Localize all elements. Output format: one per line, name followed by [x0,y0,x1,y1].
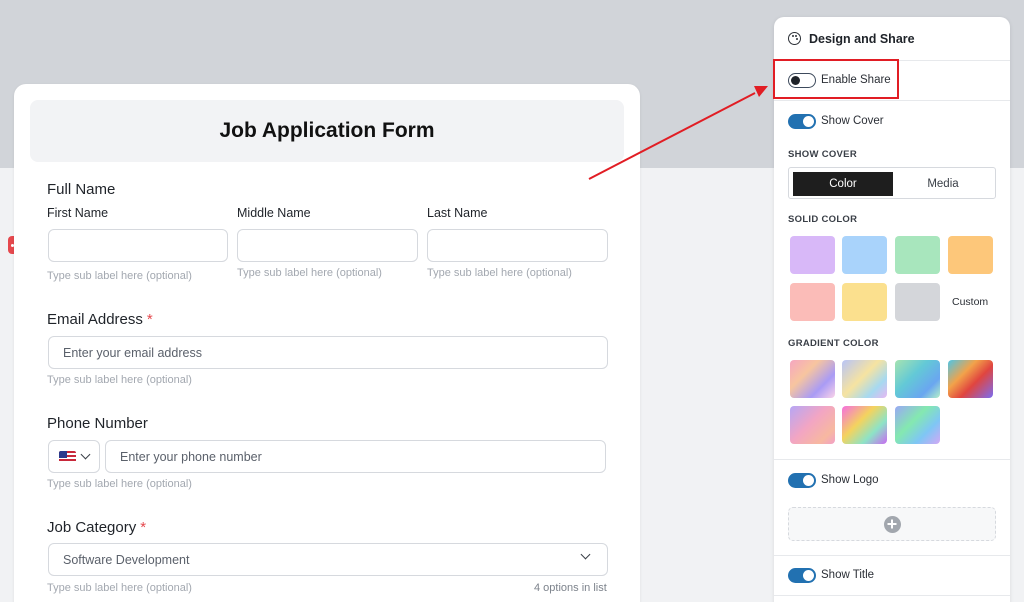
palette-icon [788,32,801,45]
phone-label: Phone Number [47,415,148,432]
divider [774,555,1010,556]
panel-title: Design and Share [809,31,915,46]
divider [774,595,1010,596]
form-title: Job Application Form [219,119,435,142]
form-header: Job Application Form [30,100,624,162]
required-marker: * [140,519,147,536]
show-cover-label: Show Cover [821,115,884,127]
enable-share-label: Enable Share [821,74,891,86]
email-input[interactable]: Enter your email address [48,336,608,369]
show-logo-toggle[interactable] [788,473,816,488]
gradient-swatch[interactable] [948,360,993,398]
divider [774,100,1010,101]
last-name-input[interactable] [427,229,608,262]
cover-type-segmented: Color Media [788,167,996,199]
phone-input[interactable]: Enter your phone number [105,440,606,473]
solid-color-swatch[interactable] [790,236,835,274]
panel-header: Design and Share [774,17,1010,61]
solid-color-swatch[interactable] [790,283,835,321]
first-name-input[interactable] [48,229,228,262]
design-share-panel: Design and Share Enable Share Show Cover… [774,17,1010,602]
full-name-label: Full Name [47,181,116,198]
show-logo-label: Show Logo [821,474,879,486]
last-name-label: Last Name [427,206,488,220]
gradient-swatch[interactable] [895,406,940,444]
us-flag-icon [59,450,76,463]
show-cover-toggle[interactable] [788,114,816,129]
middle-name-label: Middle Name [237,206,311,220]
job-category-label: Job Category * [47,519,147,536]
job-category-value: Software Development [63,552,190,567]
logo-upload-area[interactable] [788,507,996,541]
middle-name-sublabel: Type sub label here (optional) [237,267,382,279]
chevron-down-icon [80,449,91,460]
job-category-sublabel: Type sub label here (optional) [47,582,192,594]
solid-color-label: SOLID COLOR [788,214,858,225]
gradient-swatch[interactable] [842,406,887,444]
country-code-select[interactable] [48,440,100,473]
job-category-select[interactable]: Software Development [48,543,608,576]
solid-color-swatch[interactable] [842,236,887,274]
enable-share-toggle[interactable] [788,73,816,88]
chevron-down-icon [580,549,591,560]
email-label: Email Address * [47,311,153,328]
gradient-swatch[interactable] [790,360,835,398]
middle-name-input[interactable] [237,229,418,262]
first-name-label: First Name [47,206,109,220]
gradient-swatch[interactable] [895,360,940,398]
divider [774,459,1010,460]
first-name-sublabel: Type sub label here (optional) [47,270,192,282]
gradient-color-label: GRADIENT COLOR [788,338,879,349]
solid-color-swatch[interactable] [842,283,887,321]
form-card: Job Application Form Full Name First Nam… [14,84,640,602]
show-title-label: Show Title [821,569,875,581]
options-count-hint: 4 options in list [534,582,607,594]
solid-color-swatch[interactable] [948,236,993,274]
custom-color-button[interactable]: Custom [952,296,988,308]
tab-media[interactable]: Media [893,172,993,196]
required-marker: * [146,311,153,328]
phone-sublabel: Type sub label here (optional) [47,478,192,490]
gradient-swatch[interactable] [790,406,835,444]
plus-circle-icon[interactable] [883,515,901,533]
solid-color-swatch[interactable] [895,283,940,321]
email-sublabel: Type sub label here (optional) [47,374,192,386]
show-cover-section-label: SHOW COVER [788,149,857,160]
show-title-toggle[interactable] [788,568,816,583]
solid-color-swatch[interactable] [895,236,940,274]
tab-color[interactable]: Color [793,172,893,196]
last-name-sublabel: Type sub label here (optional) [427,267,572,279]
gradient-swatch[interactable] [842,360,887,398]
